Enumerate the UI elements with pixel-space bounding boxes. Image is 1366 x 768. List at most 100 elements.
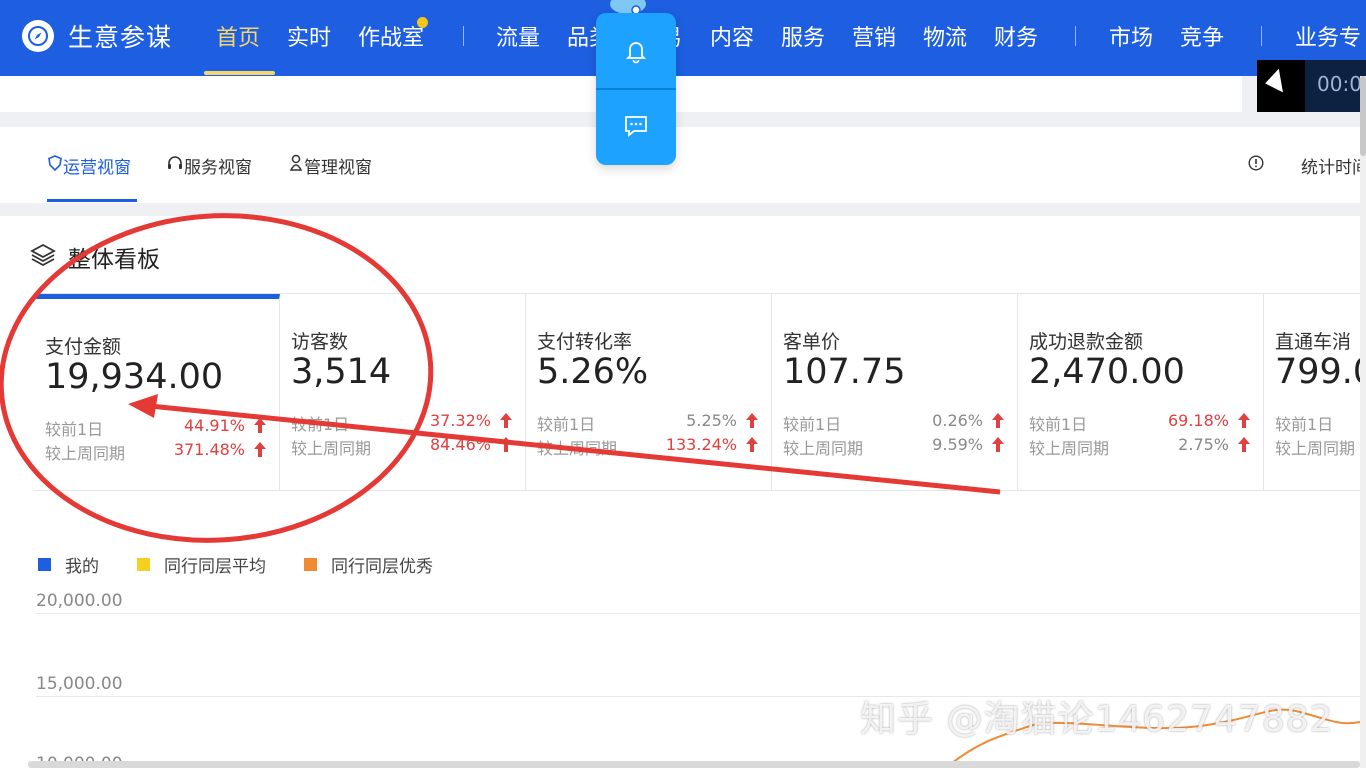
- compare-name: 较上周同期: [537, 439, 618, 458]
- video-time: 00:0: [1317, 72, 1362, 96]
- top-nav: 生意参谋 首页 实时 作战室 流量 品类 交易 内容 服务 营销 物流 财务 市…: [0, 0, 1366, 76]
- nav-item-business[interactable]: 业务专: [1295, 20, 1361, 52]
- info-icon[interactable]: [1248, 155, 1264, 171]
- compare-value: 9.59%: [932, 435, 983, 454]
- bell-icon[interactable]: [620, 35, 652, 67]
- y-axis-tick: 15,000.00: [36, 674, 123, 694]
- legend-item-mine[interactable]: 我的: [38, 552, 99, 577]
- metric-value: 19,934.00: [45, 357, 224, 397]
- metric-card-payment[interactable]: 支付金额 19,934.00 较前1日 44.91% 较上周同期 371.48%: [34, 294, 280, 490]
- metric-cards: 支付金额 19,934.00 较前1日 44.91% 较上周同期 371.48%…: [34, 293, 1360, 491]
- metric-label: 支付金额: [45, 336, 122, 358]
- shield-icon: [47, 155, 63, 176]
- horizontal-scrollbar[interactable]: [28, 761, 1360, 768]
- scrollbar-thumb[interactable]: [1360, 76, 1366, 156]
- metric-value: 3,514: [291, 352, 392, 392]
- compare-value: 2.75%: [1178, 435, 1229, 454]
- compare-name: 较前1日: [45, 420, 104, 439]
- nav-item-logistics[interactable]: 物流: [923, 20, 967, 52]
- legend-swatch: [304, 558, 317, 571]
- metric-value: 799.0: [1275, 352, 1360, 392]
- legend-label: 我的: [65, 557, 99, 577]
- layers-icon: [30, 243, 56, 271]
- up-arrow-icon: [499, 412, 513, 429]
- compare-name: 较前1日: [783, 415, 842, 434]
- legend-label: 同行同层平均: [164, 557, 266, 577]
- legend-label: 同行同层优秀: [331, 557, 433, 577]
- up-arrow-icon: [991, 412, 1005, 429]
- user-icon: [288, 154, 304, 177]
- compare-name: 较上周同期: [1029, 439, 1110, 458]
- metric-label: 客单价: [783, 331, 841, 353]
- metric-card-refund[interactable]: 成功退款金额 2,470.00 较前1日 69.18% 较上周同期 2.75%: [1018, 294, 1264, 490]
- metric-label: 直通车消: [1275, 331, 1352, 353]
- grid-line: [36, 613, 1360, 614]
- nav-separator: [463, 26, 464, 46]
- legend-item-peer-top[interactable]: 同行同层优秀: [304, 552, 433, 577]
- compare-value: 37.32%: [429, 411, 491, 430]
- nav-separator: [1261, 26, 1262, 46]
- metric-card-avg-order[interactable]: 客单价 107.75 较前1日 0.26% 较上周同期 9.59%: [772, 294, 1018, 490]
- up-arrow-icon: [745, 412, 759, 429]
- up-arrow-icon: [991, 436, 1005, 453]
- legend-item-peer-avg[interactable]: 同行同层平均: [137, 552, 266, 577]
- compare-value: 371.48%: [173, 440, 245, 459]
- nav-item-traffic[interactable]: 流量: [496, 20, 540, 52]
- metric-value: 107.75: [783, 352, 906, 392]
- nav-item-war-room[interactable]: 作战室: [358, 20, 424, 52]
- y-axis-tick: 20,000.00: [36, 591, 123, 611]
- compare-name: 较上周同期: [1275, 439, 1356, 458]
- nav-item-marketing[interactable]: 营销: [852, 20, 896, 52]
- compare-value: 69.18%: [1167, 411, 1229, 430]
- compare-name: 较上周同期: [783, 439, 864, 458]
- metric-card-visitors[interactable]: 访客数 3,514 较前1日 37.32% 较上周同期 84.46%: [280, 294, 526, 490]
- tab-label: 服务视窗: [184, 158, 252, 178]
- panel-divider: [596, 88, 676, 90]
- legend-swatch: [38, 558, 51, 571]
- compare-name: 较上周同期: [45, 444, 126, 463]
- compare-value: 133.24%: [665, 435, 737, 454]
- up-arrow-icon: [253, 441, 267, 458]
- tab-management[interactable]: 管理视窗: [288, 153, 372, 178]
- floating-tool-panel: [596, 13, 676, 165]
- up-arrow-icon: [253, 417, 267, 434]
- tab-service[interactable]: 服务视窗: [166, 153, 252, 178]
- compare-name: 较前1日: [1029, 415, 1088, 434]
- chat-icon[interactable]: [620, 109, 652, 141]
- compare-name: 较前1日: [291, 415, 350, 434]
- nav-item-home[interactable]: 首页: [216, 20, 260, 52]
- metric-card-conversion[interactable]: 支付转化率 5.26% 较前1日 5.25% 较上周同期 133.24%: [526, 294, 772, 490]
- metric-card-ad-spend[interactable]: 直通车消 799.0 较前1日 较上周同期: [1264, 294, 1360, 490]
- metric-label: 成功退款金额: [1029, 331, 1144, 353]
- compare-value: 5.25%: [686, 411, 737, 430]
- compare-value: 84.46%: [429, 435, 491, 454]
- vertical-scrollbar[interactable]: [1360, 76, 1366, 768]
- compare-name: 较前1日: [1275, 415, 1334, 434]
- nav-separator: [1075, 26, 1076, 46]
- stat-time-label: 统计时间: [1301, 158, 1366, 178]
- nav-item-market[interactable]: 市场: [1109, 20, 1153, 52]
- nav-item-realtime[interactable]: 实时: [287, 20, 331, 52]
- tab-operations[interactable]: 运营视窗: [47, 153, 131, 178]
- metric-label: 访客数: [291, 331, 349, 353]
- headset-icon: [166, 155, 184, 176]
- compare-value: 44.91%: [183, 416, 245, 435]
- compare-name: 较上周同期: [291, 439, 372, 458]
- nav-item-finance[interactable]: 财务: [994, 20, 1038, 52]
- up-arrow-icon: [1237, 436, 1251, 453]
- metric-value: 5.26%: [537, 352, 649, 392]
- brand[interactable]: 生意参谋: [22, 18, 172, 54]
- tab-label: 管理视窗: [304, 158, 372, 178]
- notification-dot: [417, 17, 428, 28]
- nav-item-content[interactable]: 内容: [710, 20, 754, 52]
- video-player: [1257, 60, 1305, 112]
- nav-item-competition[interactable]: 竞争: [1180, 20, 1224, 52]
- tab-label: 运营视窗: [63, 158, 131, 178]
- legend-swatch: [137, 558, 150, 571]
- compare-name: 较前1日: [537, 415, 596, 434]
- tab-active-underline: [47, 199, 137, 202]
- video-thumbnail[interactable]: 00:0: [1257, 60, 1366, 112]
- nav-active-underline: [204, 71, 275, 75]
- nav-item-service[interactable]: 服务: [781, 20, 825, 52]
- up-arrow-icon: [745, 436, 759, 453]
